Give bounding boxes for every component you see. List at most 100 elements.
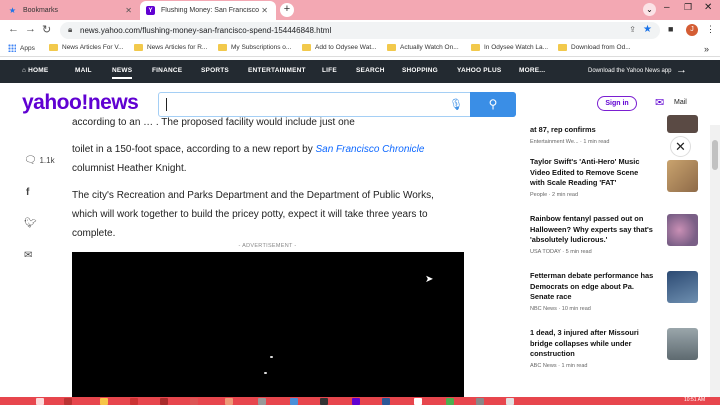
- taskbar-app-icon[interactable]: [414, 398, 422, 405]
- taskbar-app-icon[interactable]: [506, 398, 514, 405]
- story-thumbnail[interactable]: [667, 328, 698, 360]
- maximize-icon[interactable]: ❐: [684, 2, 692, 13]
- taskbar-app-icon[interactable]: [190, 398, 198, 405]
- nav-news[interactable]: NEWS: [112, 67, 133, 79]
- twitter-icon[interactable]: 🐦︎: [24, 218, 37, 229]
- video-particle: [270, 356, 273, 358]
- app-download-promo[interactable]: Download the Yahoo News app: [588, 68, 672, 74]
- taskbar-app-icon[interactable]: [225, 398, 233, 405]
- mail-icon[interactable]: ✉: [655, 96, 664, 109]
- bookmark-folder[interactable]: Add to Odysee Wat...: [302, 44, 377, 51]
- lock-icon[interactable]: 🔒︎: [68, 25, 72, 35]
- speech-bubble-icon: 🗨︎: [24, 155, 37, 166]
- yahoo-news-logo[interactable]: yahoo!news: [22, 91, 139, 115]
- start-icon[interactable]: [36, 398, 44, 405]
- taskbar-app-icon[interactable]: [352, 398, 360, 405]
- taskbar-app-icon[interactable]: [290, 398, 298, 405]
- text-caret: [166, 98, 167, 111]
- sign-in-button[interactable]: Sign in: [597, 96, 637, 111]
- folder-icon: [218, 44, 227, 51]
- microphone-icon[interactable]: 🎙︎: [449, 98, 463, 111]
- taskbar-app-icon[interactable]: [476, 398, 484, 405]
- more-bookmarks-icon[interactable]: »: [704, 44, 709, 54]
- taskbar-app-icon[interactable]: [382, 398, 390, 405]
- tab-article[interactable]: Y Flushing Money: San Francisco ✕: [140, 1, 276, 20]
- story-thumbnail[interactable]: [667, 271, 698, 303]
- bookmark-folder[interactable]: My Subscriptions o...: [218, 44, 291, 51]
- mail-link[interactable]: Mail: [674, 99, 687, 106]
- taskbar-app-icon[interactable]: [320, 398, 328, 405]
- back-arrow-icon[interactable]: ←: [8, 23, 19, 35]
- folder-icon: [302, 44, 311, 51]
- taskbar-app-icon[interactable]: [64, 398, 72, 405]
- nav-mail[interactable]: MAIL: [75, 67, 92, 74]
- close-panel-button[interactable]: ✕: [670, 136, 691, 157]
- taskbar-clock[interactable]: 10:51 AM: [684, 397, 705, 403]
- bookmark-folder[interactable]: News Articles for R...: [134, 44, 207, 51]
- nav-more[interactable]: MORE...: [519, 67, 545, 74]
- forward-arrow-icon[interactable]: →: [25, 23, 36, 35]
- mouse-cursor-icon: ➤: [425, 274, 434, 285]
- menu-kebab-icon[interactable]: ⋮: [706, 24, 715, 35]
- folder-icon: [387, 44, 396, 51]
- new-tab-button[interactable]: +: [280, 3, 294, 17]
- article-partial-line: according to an … . The proposed facilit…: [72, 117, 355, 128]
- story-thumbnail[interactable]: [667, 115, 698, 133]
- story-thumbnail[interactable]: [667, 214, 698, 246]
- bookmark-star-icon[interactable]: ★: [643, 24, 652, 35]
- nav-search[interactable]: SEARCH: [356, 67, 385, 74]
- search-button[interactable]: ⚲: [470, 92, 516, 117]
- taskbar-app-icon[interactable]: [100, 398, 108, 405]
- extension-icon[interactable]: ■: [668, 24, 673, 34]
- tab-search-icon[interactable]: ⌄: [643, 3, 656, 16]
- yahoo-top-nav: ⌂ HOME MAIL NEWS FINANCE SPORTS ENTERTAI…: [0, 60, 720, 83]
- email-icon[interactable]: ✉: [24, 250, 32, 261]
- folder-icon: [471, 44, 480, 51]
- nav-shopping[interactable]: SHOPPING: [402, 67, 438, 74]
- tab-title: Flushing Money: San Francisco: [161, 7, 260, 14]
- bookmark-folder[interactable]: Actually Watch On...: [387, 44, 459, 51]
- minimize-icon[interactable]: –: [664, 2, 670, 13]
- comments-button[interactable]: 🗨︎ 1.1k: [24, 155, 55, 166]
- video-ad-player[interactable]: [72, 252, 464, 405]
- yahoo-favicon-icon: Y: [146, 6, 155, 15]
- bookmark-apps[interactable]: Apps: [8, 44, 35, 52]
- bookmark-folder[interactable]: Download from Od...: [558, 44, 631, 51]
- scrollbar-thumb[interactable]: [712, 140, 718, 170]
- tab-title: Bookmarks: [23, 7, 59, 14]
- share-icon[interactable]: ⇪: [629, 25, 636, 34]
- star-icon: ★: [8, 6, 17, 15]
- reload-icon[interactable]: ↻: [42, 23, 51, 36]
- advertisement-label: - ADVERTISEMENT -: [238, 243, 297, 249]
- close-tab-icon[interactable]: ✕: [261, 6, 268, 15]
- address-bar[interactable]: 🔒︎ news.yahoo.com/flushing-money-san-fra…: [60, 22, 660, 39]
- story-item[interactable]: Fetterman debate performance has Democra…: [530, 271, 700, 312]
- nav-sports[interactable]: SPORTS: [201, 67, 229, 74]
- nav-home[interactable]: ⌂ HOME: [22, 67, 48, 74]
- facebook-icon[interactable]: f: [26, 187, 29, 198]
- nav-finance[interactable]: FINANCE: [152, 67, 182, 74]
- chronicle-link[interactable]: San Francisco Chronicle: [315, 144, 424, 155]
- story-thumbnail[interactable]: [667, 160, 698, 192]
- nav-entertainment[interactable]: ENTERTAINMENT: [248, 67, 306, 74]
- article-body: according to an … . The proposed facilit…: [72, 117, 452, 251]
- taskbar-app-icon[interactable]: [130, 398, 138, 405]
- url-text: news.yahoo.com/flushing-money-san-franci…: [80, 26, 332, 35]
- taskbar-app-icon[interactable]: [258, 398, 266, 405]
- nav-yahoo-plus[interactable]: YAHOO PLUS: [457, 67, 501, 74]
- close-tab-icon[interactable]: ✕: [125, 6, 132, 15]
- article-paragraph: The city's Recreation and Parks Departme…: [72, 190, 434, 239]
- story-item[interactable]: 1 dead, 3 injured after Missouri bridge …: [530, 328, 700, 369]
- bookmark-folder[interactable]: In Odysee Watch La...: [471, 44, 548, 51]
- story-item[interactable]: Taylor Swift's 'Anti-Hero' Music Video E…: [530, 157, 700, 198]
- tab-bookmarks[interactable]: ★ Bookmarks ✕: [2, 1, 140, 20]
- nav-life[interactable]: LIFE: [322, 67, 337, 74]
- arrow-right-icon[interactable]: →: [676, 64, 687, 76]
- close-icon: ✕: [675, 139, 686, 154]
- profile-avatar[interactable]: J: [686, 24, 698, 36]
- taskbar-app-icon[interactable]: [160, 398, 168, 405]
- close-window-icon[interactable]: ✕: [704, 2, 712, 13]
- bookmark-folder[interactable]: News Articles For V...: [49, 44, 124, 51]
- taskbar-app-icon[interactable]: [446, 398, 454, 405]
- story-item[interactable]: Rainbow fentanyl passed out on Halloween…: [530, 214, 700, 255]
